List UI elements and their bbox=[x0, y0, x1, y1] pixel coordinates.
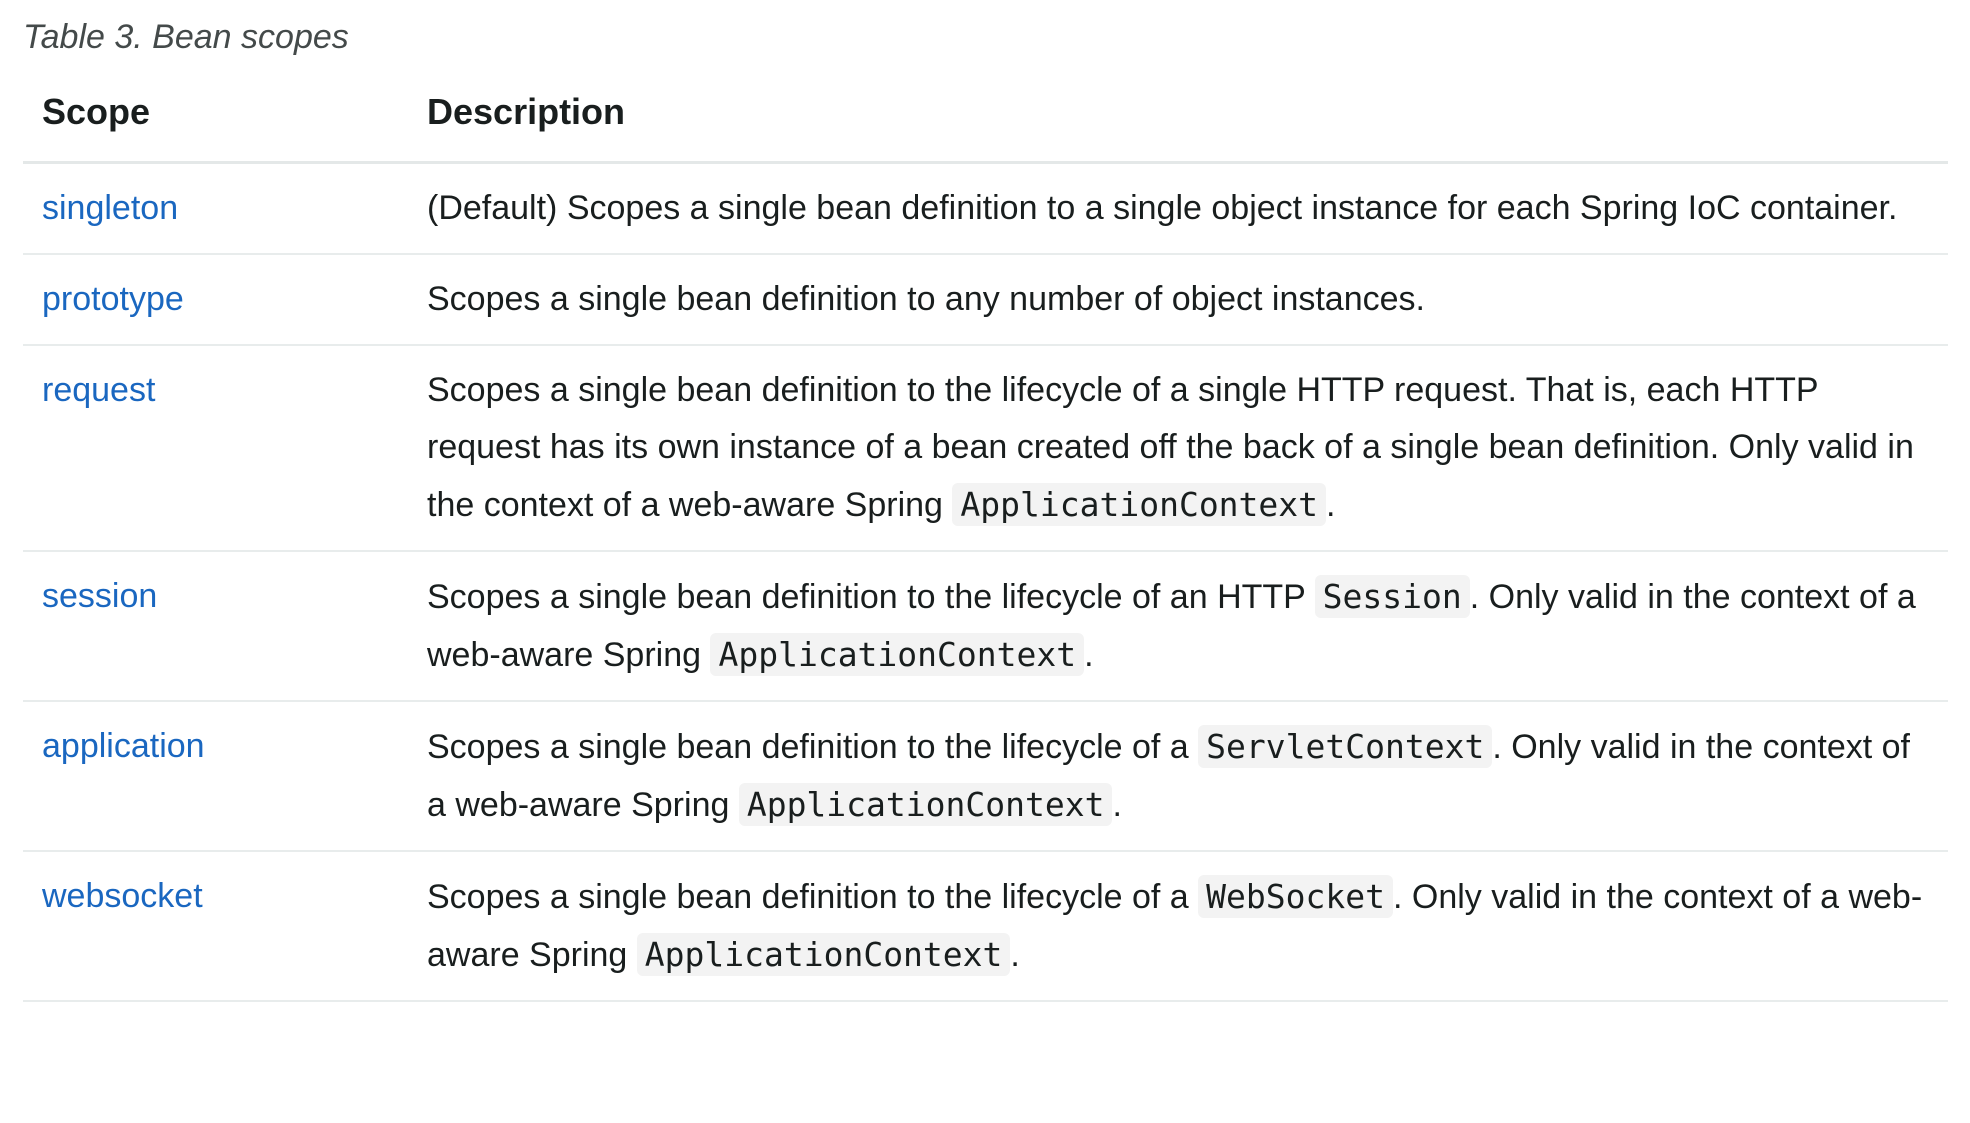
scope-column-header: Scope bbox=[23, 63, 408, 164]
scope-description: Scopes a single bean definition to the l… bbox=[408, 345, 1948, 552]
description-text: Scopes a single bean definition to any n… bbox=[427, 280, 1425, 318]
scope-link-session[interactable]: session bbox=[42, 577, 157, 615]
description-text: Scopes a single bean definition to the l… bbox=[427, 878, 1199, 916]
description-text: . bbox=[1326, 486, 1336, 524]
table-row: singleton (Default) Scopes a single bean… bbox=[23, 162, 1948, 255]
scope-description: Scopes a single bean definition to the l… bbox=[408, 551, 1948, 702]
table-header-row: Scope Description bbox=[23, 63, 1948, 164]
code-servlet-context: ServletContext bbox=[1198, 725, 1493, 768]
code-websocket: WebSocket bbox=[1198, 875, 1393, 918]
scope-description: (Default) Scopes a single bean definitio… bbox=[408, 162, 1948, 255]
code-application-context: ApplicationContext bbox=[738, 783, 1113, 826]
bean-scopes-section: Table 3. Bean scopes Scope Description s… bbox=[23, 0, 1948, 1002]
scope-link-application[interactable]: application bbox=[42, 727, 205, 765]
description-text: Scopes a single bean definition to the l… bbox=[427, 728, 1199, 766]
scope-description: Scopes a single bean definition to the l… bbox=[408, 851, 1948, 1002]
code-session: Session bbox=[1314, 575, 1470, 618]
table-row: request Scopes a single bean definition … bbox=[23, 345, 1948, 552]
description-text: (Default) Scopes a single bean definitio… bbox=[427, 189, 1898, 227]
scope-description: Scopes a single bean definition to any n… bbox=[408, 254, 1948, 346]
scope-link-request[interactable]: request bbox=[42, 371, 155, 409]
scope-link-singleton[interactable]: singleton bbox=[42, 189, 178, 227]
scope-link-prototype[interactable]: prototype bbox=[42, 280, 184, 318]
code-application-context: ApplicationContext bbox=[636, 933, 1011, 976]
scope-description: Scopes a single bean definition to the l… bbox=[408, 701, 1948, 852]
description-text: . bbox=[1112, 786, 1122, 824]
description-column-header: Description bbox=[408, 63, 1948, 164]
table-row: application Scopes a single bean definit… bbox=[23, 701, 1948, 852]
description-text: . bbox=[1084, 636, 1094, 674]
code-application-context: ApplicationContext bbox=[952, 483, 1327, 526]
table-row: prototype Scopes a single bean definitio… bbox=[23, 254, 1948, 346]
description-text: . bbox=[1010, 936, 1020, 974]
table-row: session Scopes a single bean definition … bbox=[23, 551, 1948, 702]
bean-scopes-table: Scope Description singleton (Default) Sc… bbox=[23, 63, 1948, 1002]
description-text: Scopes a single bean definition to the l… bbox=[427, 578, 1315, 616]
code-application-context: ApplicationContext bbox=[710, 633, 1085, 676]
table-row: websocket Scopes a single bean definitio… bbox=[23, 851, 1948, 1002]
scope-link-websocket[interactable]: websocket bbox=[42, 877, 203, 915]
table-caption: Table 3. Bean scopes bbox=[23, 18, 349, 56]
